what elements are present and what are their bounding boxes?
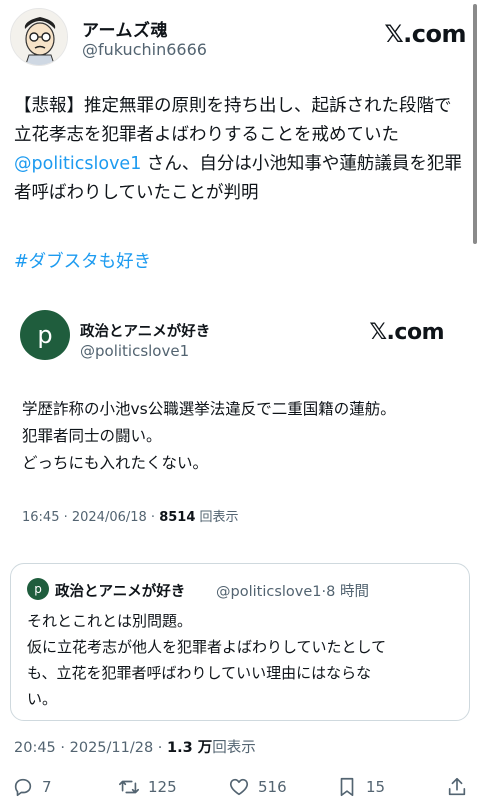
- reply-button[interactable]: 7: [12, 772, 52, 802]
- tweet-header: アームズ魂 @fukuchin6666 𝕏.com: [10, 8, 470, 68]
- share-icon: [448, 777, 466, 796]
- reply-icon: [14, 778, 32, 797]
- mention-link[interactable]: @politicslove1: [14, 154, 141, 174]
- quoted-tweet[interactable]: p 政治とアニメが好き @politicslove1·8 時間 それとこれとは別…: [10, 563, 470, 721]
- quote-avatar: p: [27, 578, 49, 600]
- embedded-views-label: 回表示: [195, 510, 239, 525]
- embedded-tweet-image[interactable]: p 政治とアニメが好き @politicslove1 𝕏.com 学歴詐称の小池…: [10, 292, 470, 544]
- embedded-line: 学歴詐称の小池vs公職選挙法違反で二重国籍の蓮舫。: [22, 400, 396, 418]
- embedded-avatar: p: [20, 310, 70, 360]
- embedded-author-name: 政治とアニメが好き: [80, 324, 211, 340]
- embedded-line: どっちにも入れたくない。: [22, 454, 209, 472]
- view-count: 1.3 万: [167, 740, 213, 756]
- bookmark-icon: [340, 777, 354, 797]
- hashtag-link[interactable]: #ダブスタも好き: [14, 248, 151, 273]
- reply-count: 7: [42, 778, 52, 796]
- embedded-view-count: 8514: [159, 510, 196, 525]
- avatar[interactable]: [10, 8, 68, 66]
- repost-icon: [119, 780, 139, 794]
- quote-line: それとこれとは別問題。: [27, 612, 193, 630]
- quote-line: い。: [27, 690, 58, 708]
- repost-button[interactable]: 125: [118, 772, 177, 802]
- embedded-meta: 16:45 · 2024/06/18 · 8514 回表示: [22, 506, 239, 525]
- tweet-text-before: 【悲報】推定無罪の原則を持ち出し、起訴された段階で立花孝志を犯罪者よばわりするこ…: [14, 96, 452, 145]
- timestamp[interactable]: 20:45 · 2025/11/28 ·: [14, 740, 167, 756]
- tweet-meta: 20:45 · 2025/11/28 · 1.3 万回表示: [14, 736, 256, 757]
- x-logo: 𝕏.com: [384, 20, 466, 48]
- like-button[interactable]: 516: [228, 772, 287, 802]
- embedded-tweet-text: 学歴詐称の小池vs公職選挙法違反で二重国籍の蓮舫。 犯罪者同士の闘い。 どっちに…: [22, 396, 462, 477]
- repost-count: 125: [148, 778, 177, 796]
- action-bar: 7 125 516 15: [10, 772, 470, 802]
- share-button[interactable]: [446, 772, 476, 802]
- cartoon-face-icon: [11, 9, 67, 65]
- bookmark-count: 15: [366, 778, 386, 796]
- tweet-text: 【悲報】推定無罪の原則を持ち出し、起訴された段階で立花孝志を犯罪者よばわりするこ…: [14, 92, 464, 208]
- bookmark-button[interactable]: 15: [336, 772, 385, 802]
- like-count: 516: [258, 778, 287, 796]
- quote-author-handle: @politicslove1·8 時間: [216, 584, 369, 600]
- embedded-x-logo: 𝕏.com: [369, 320, 444, 345]
- author-handle[interactable]: @fukuchin6666: [82, 40, 207, 59]
- author-name[interactable]: アームズ魂: [82, 16, 168, 41]
- quote-line: も、立花を犯罪者呼ばわりしていい理由にはならな: [27, 664, 372, 682]
- embedded-line: 犯罪者同士の闘い。: [22, 427, 162, 445]
- quote-line: 仮に立花考志が他人を犯罪者よばわりしていたとして: [27, 638, 387, 656]
- quote-author-name: 政治とアニメが好き: [55, 584, 186, 600]
- quote-text: それとこれとは別問題。 仮に立花考志が他人を犯罪者よばわりしていたとして も、立…: [27, 608, 459, 712]
- like-icon: [229, 778, 249, 796]
- views-label: 回表示: [212, 740, 256, 756]
- embedded-timestamp: 16:45 · 2024/06/18 ·: [22, 510, 160, 525]
- embedded-author-handle: @politicslove1: [80, 342, 190, 360]
- scrollbar[interactable]: [473, 4, 477, 244]
